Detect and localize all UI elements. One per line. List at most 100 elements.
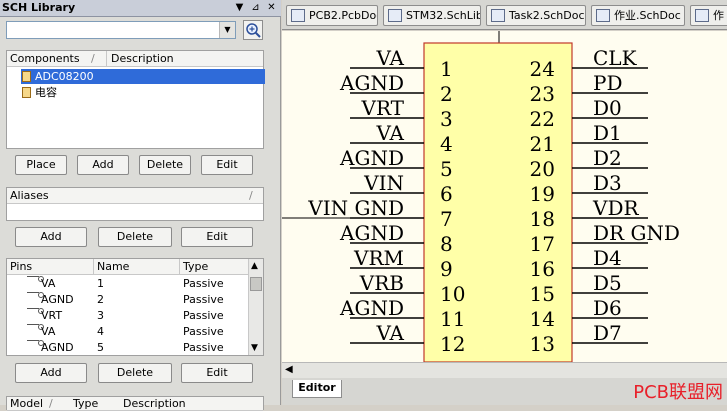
schematic-svg: VA 1 AGND 2 VRT 3 VA 4 AGND 5 VIN 6 VIN GND 7 AGND 8 VRM…	[282, 31, 680, 362]
pin-row[interactable]: AGND 2 Passive	[7, 292, 255, 308]
model-grid: Model / Type Description	[6, 396, 264, 411]
pin-designator: AGND	[41, 341, 74, 354]
edit-component-button[interactable]: Edit	[201, 155, 253, 175]
scroll-left-icon[interactable]: ◀	[285, 364, 293, 375]
pin-panel-icon[interactable]: ⊿	[249, 1, 262, 15]
pin-designator: VA	[41, 325, 56, 338]
pin-label-left: AGND	[339, 221, 404, 245]
scroll-up-icon[interactable]: ▲	[251, 261, 258, 271]
sort-indicator: /	[91, 52, 95, 65]
model-header[interactable]: Model	[10, 397, 43, 410]
pin-label-right: D3	[593, 171, 622, 195]
pin-number-left: 5	[440, 157, 453, 181]
pin-number-right: 18	[530, 207, 555, 231]
pin-number-left: 10	[440, 282, 465, 306]
pin-number-right: 14	[530, 307, 555, 331]
pin-number-left: 12	[440, 332, 465, 356]
pin-number-left: 7	[440, 207, 453, 231]
pin-icon	[27, 308, 39, 309]
pin-label-right: VDR	[592, 196, 639, 220]
pin-label-right: D2	[593, 146, 622, 170]
add-alias-button[interactable]: Add	[15, 227, 87, 247]
delete-alias-button[interactable]: Delete	[98, 227, 172, 247]
components-header[interactable]: Components	[10, 52, 80, 65]
pin-icon	[27, 292, 39, 293]
sch-library-panel: SCH Library ▼ ⊿ ✕ ▼ Components / Descrip…	[0, 0, 281, 411]
delete-component-button[interactable]: Delete	[139, 155, 191, 175]
description-header[interactable]: Description	[111, 52, 174, 65]
pin-number-left: 3	[440, 107, 453, 131]
pin-number-right: 20	[530, 157, 555, 181]
name-header[interactable]: Name	[97, 260, 129, 273]
pin-type: Passive	[183, 309, 224, 322]
pin-number-left: 11	[440, 307, 465, 331]
sort-indicator: /	[49, 397, 53, 410]
panel-menu-icon[interactable]: ▼	[233, 1, 246, 15]
panel-title-bar: SCH Library ▼ ⊿ ✕	[0, 0, 281, 17]
pin-label-left: VA	[375, 46, 404, 70]
schdoc-document-icon	[695, 9, 709, 22]
tab-overflow[interactable]: 作	[690, 5, 727, 26]
pin-icon	[27, 276, 39, 277]
pin-designator: VA	[41, 277, 56, 290]
pin-number-right: 21	[530, 132, 555, 156]
watermark-logo: PCB联盟网	[633, 382, 723, 403]
pin-label-left: AGND	[339, 71, 404, 95]
pin-label-right: D7	[593, 321, 622, 345]
pcb-document-icon	[291, 9, 305, 22]
pin-number-right: 15	[530, 282, 555, 306]
pin-number-right: 13	[530, 332, 555, 356]
pin-label-left: VA	[375, 321, 404, 345]
pin-row[interactable]: VRT 3 Passive	[7, 308, 255, 324]
add-component-button[interactable]: Add	[77, 155, 129, 175]
edit-pin-button[interactable]: Edit	[181, 363, 253, 383]
pin-row[interactable]: VA 1 Passive	[7, 276, 255, 292]
place-button[interactable]: Place	[15, 155, 67, 175]
pin-type: Passive	[183, 293, 224, 306]
zoom-button[interactable]	[243, 20, 263, 40]
type-header[interactable]: Type	[183, 260, 208, 273]
pin-type: Passive	[183, 341, 224, 354]
pin-number-left: 6	[440, 182, 453, 206]
aliases-header[interactable]: Aliases	[10, 189, 49, 202]
tab-zuoye-schdoc[interactable]: 作业.SchDoc	[591, 5, 685, 26]
model-grid-header: Model / Type Description	[7, 397, 263, 411]
delete-pin-button[interactable]: Delete	[98, 363, 172, 383]
type-header[interactable]: Type	[73, 397, 98, 410]
pin-number-left: 9	[440, 257, 453, 281]
pin-number-left: 8	[440, 232, 453, 256]
sort-indicator: /	[249, 189, 253, 202]
filter-dropdown-icon[interactable]: ▼	[219, 22, 235, 38]
pin-icon	[27, 340, 39, 341]
pin-number-right: 19	[530, 182, 555, 206]
description-header[interactable]: Description	[123, 397, 186, 410]
pin-label-left: AGND	[339, 146, 404, 170]
pin-label-left: VA	[375, 121, 404, 145]
component-item-capacitor[interactable]: 电容	[21, 85, 57, 100]
component-item-adc08200[interactable]: ADC08200	[21, 69, 265, 84]
tab-task2-schdoc[interactable]: Task2.SchDoc *	[486, 5, 586, 26]
pin-name: 1	[97, 277, 104, 290]
schematic-canvas[interactable]: VA 1 AGND 2 VRT 3 VA 4 AGND 5 VIN 6 VIN GND 7 AGND 8 VRM…	[282, 31, 727, 362]
tab-pcb2-pcbdoc[interactable]: PCB2.PcbDoc	[286, 5, 378, 26]
edit-alias-button[interactable]: Edit	[181, 227, 253, 247]
pin-number-right: 17	[530, 232, 555, 256]
pin-row[interactable]: VA 4 Passive	[7, 324, 255, 340]
pin-label-left: VRM	[353, 246, 404, 270]
pin-name: 2	[97, 293, 104, 306]
pin-label-right: CLK	[593, 46, 638, 70]
tab-stm32-schlib[interactable]: STM32.SchLib	[383, 5, 481, 26]
close-panel-icon[interactable]: ✕	[265, 1, 278, 15]
pins-header[interactable]: Pins	[10, 260, 32, 273]
pin-number-left: 4	[440, 132, 453, 156]
add-pin-button[interactable]: Add	[15, 363, 87, 383]
horizontal-scrollbar[interactable]: ◀	[282, 362, 727, 378]
component-filter-input[interactable]: ▼	[6, 21, 236, 39]
pin-number-left: 1	[440, 57, 453, 81]
pin-number-right: 16	[530, 257, 555, 281]
pin-row[interactable]: AGND 5 Passive	[7, 340, 255, 356]
document-tab-bar: PCB2.PcbDoc STM32.SchLib Task2.SchDoc * …	[282, 0, 727, 30]
pin-label-right: D1	[593, 121, 622, 145]
tab-editor[interactable]: Editor	[292, 380, 342, 398]
pin-label-right: D0	[593, 96, 622, 120]
